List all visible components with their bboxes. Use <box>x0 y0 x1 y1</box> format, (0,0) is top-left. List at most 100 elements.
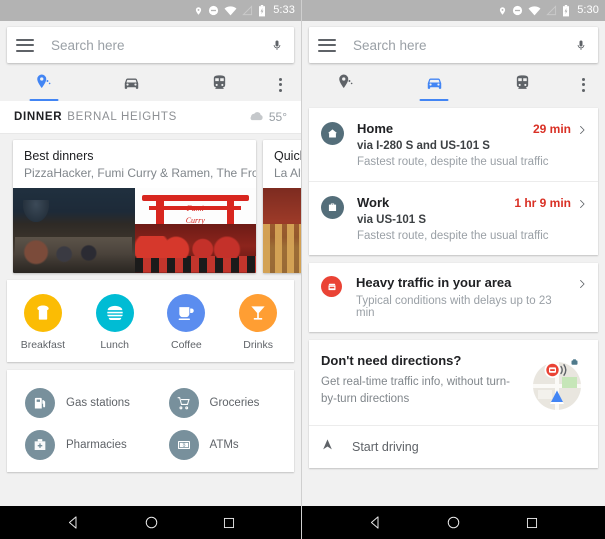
service-row: Gas stations Groceries <box>7 382 294 424</box>
train-icon <box>514 74 531 96</box>
hamburger-menu-icon[interactable] <box>318 38 336 52</box>
tab-explore[interactable] <box>302 68 390 101</box>
destination-eta: 29 min <box>532 122 571 136</box>
nearby-services: Gas stations Groceries Pharmacies $ ATMs <box>7 370 294 472</box>
search-bar[interactable]: Search here <box>309 27 598 63</box>
service-atms[interactable]: $ ATMs <box>151 424 295 466</box>
meal-lunch[interactable]: Lunch <box>79 294 151 351</box>
meal-label: Lunch <box>100 339 129 351</box>
hamburger-menu-icon[interactable] <box>16 38 34 52</box>
destination-name: Home <box>357 121 394 136</box>
meal-period-label: DINNER <box>14 111 63 123</box>
destination-eta: 1 hr 9 min <box>514 196 571 210</box>
cloud-icon <box>248 108 264 126</box>
android-nav-bar <box>302 506 605 539</box>
dual-screenshot: 5:33 Search here DINNER BERNAL HEIGHTS 5… <box>0 0 605 539</box>
search-bar[interactable]: Search here <box>7 27 294 63</box>
search-input[interactable]: Search here <box>353 38 573 53</box>
home-circle-icon[interactable] <box>144 515 159 530</box>
promo-content: Don't need directions? Get real-time tra… <box>309 340 598 425</box>
destination-row-work[interactable]: Work 1 hr 9 min via US-101 S Fastest rou… <box>309 181 598 255</box>
service-label: Groceries <box>209 397 260 409</box>
place-card-photos: Fumi Curry & Ramen <box>13 188 256 273</box>
service-groceries[interactable]: Groceries <box>151 382 295 424</box>
back-triangle-icon[interactable] <box>66 515 81 530</box>
location-pin-icon <box>194 5 203 17</box>
do-not-disturb-icon <box>512 5 523 16</box>
neighborhood-label: BERNAL HEIGHTS <box>67 111 177 123</box>
meal-label: Breakfast <box>20 339 66 351</box>
destination-note: Fastest route, despite the usual traffic <box>357 230 549 242</box>
status-bar: 5:30 <box>302 0 605 21</box>
overflow-menu-icon[interactable] <box>263 68 297 101</box>
gas-pump-icon <box>25 388 55 418</box>
service-pharmacies[interactable]: Pharmacies <box>7 424 151 466</box>
fumi-curry-ramen-photo: Fumi Curry & Ramen <box>134 188 256 273</box>
status-time: 5:33 <box>273 4 295 16</box>
meal-drinks[interactable]: Drinks <box>222 294 294 351</box>
battery-icon <box>562 4 570 17</box>
atm-icon: $ <box>168 430 199 460</box>
service-label: Gas stations <box>66 397 130 409</box>
wifi-icon <box>528 5 541 16</box>
microphone-icon[interactable] <box>269 37 285 54</box>
tab-driving[interactable] <box>390 68 478 101</box>
svg-text:$: $ <box>182 443 185 449</box>
tab-transit[interactable] <box>175 68 263 101</box>
explore-pin-icon <box>35 73 53 96</box>
service-label: ATMs <box>209 439 239 451</box>
location-pin-icon <box>498 5 507 17</box>
status-bar: 5:33 <box>0 0 301 21</box>
destination-details: Home 29 min via I-280 S and US-101 S Fas… <box>357 121 571 168</box>
temperature-label: 55° <box>268 110 287 124</box>
recents-square-icon[interactable] <box>222 516 236 530</box>
service-label: Pharmacies <box>66 439 127 451</box>
destination-name: Work <box>357 195 390 210</box>
place-card[interactable]: Best dinners PizzaHacker, Fumi Curry & R… <box>13 140 256 273</box>
tab-explore[interactable] <box>0 68 88 101</box>
place-card[interactable]: Quick La Alt <box>263 140 301 273</box>
traffic-alert-icon <box>321 276 342 297</box>
mode-tab-bar <box>302 68 605 101</box>
cell-signal-icon <box>546 5 557 16</box>
start-driving-label: Start driving <box>352 440 419 454</box>
promo-text: Don't need directions? Get real-time tra… <box>321 353 526 411</box>
coffee-cup-icon <box>167 294 206 332</box>
microphone-icon[interactable] <box>573 37 589 54</box>
place-carousel[interactable]: Best dinners PizzaHacker, Fumi Curry & R… <box>0 134 301 273</box>
service-gas-stations[interactable]: Gas stations <box>7 382 151 424</box>
destination-route: via I-280 S and US-101 S <box>357 140 490 152</box>
home-circle-icon[interactable] <box>446 515 461 530</box>
recents-square-icon[interactable] <box>525 516 539 530</box>
do-not-disturb-icon <box>208 5 219 16</box>
meal-coffee[interactable]: Coffee <box>151 294 223 351</box>
search-bar-container: Search here <box>0 21 301 68</box>
tab-driving[interactable] <box>88 68 176 101</box>
meal-label: Drinks <box>243 339 273 351</box>
destination-details: Work 1 hr 9 min via US-101 S Fastest rou… <box>357 195 571 242</box>
back-triangle-icon[interactable] <box>368 515 383 530</box>
shopping-cart-icon <box>168 388 199 418</box>
destination-row-home[interactable]: Home 29 min via I-280 S and US-101 S Fas… <box>309 108 598 181</box>
car-icon <box>122 73 141 97</box>
cocktail-icon <box>239 294 278 332</box>
search-input[interactable]: Search here <box>51 38 269 53</box>
traffic-alert-card[interactable]: Heavy traffic in your area Typical condi… <box>309 263 598 332</box>
left-content: DINNER BERNAL HEIGHTS 55° Best dinners P… <box>0 101 301 506</box>
meal-breakfast[interactable]: Breakfast <box>7 294 79 351</box>
tab-transit[interactable] <box>479 68 567 101</box>
promo-title: Don't need directions? <box>321 353 462 368</box>
overflow-menu-icon[interactable] <box>567 68 601 101</box>
chevron-right-icon <box>571 275 587 319</box>
traffic-alert-details: Heavy traffic in your area Typical condi… <box>356 275 571 319</box>
status-time: 5:30 <box>577 4 599 16</box>
search-bar-container: Search here <box>302 21 605 68</box>
car-icon <box>425 73 444 97</box>
service-row: Pharmacies $ ATMs <box>7 424 294 466</box>
place-card-subtitle: La Alt <box>274 166 301 180</box>
toast-icon <box>23 294 62 332</box>
home-icon <box>321 122 344 145</box>
start-driving-button[interactable]: Start driving <box>309 426 598 468</box>
place-card-title: Best dinners <box>24 149 94 163</box>
driving-mode-promo-card: Don't need directions? Get real-time tra… <box>309 340 598 468</box>
